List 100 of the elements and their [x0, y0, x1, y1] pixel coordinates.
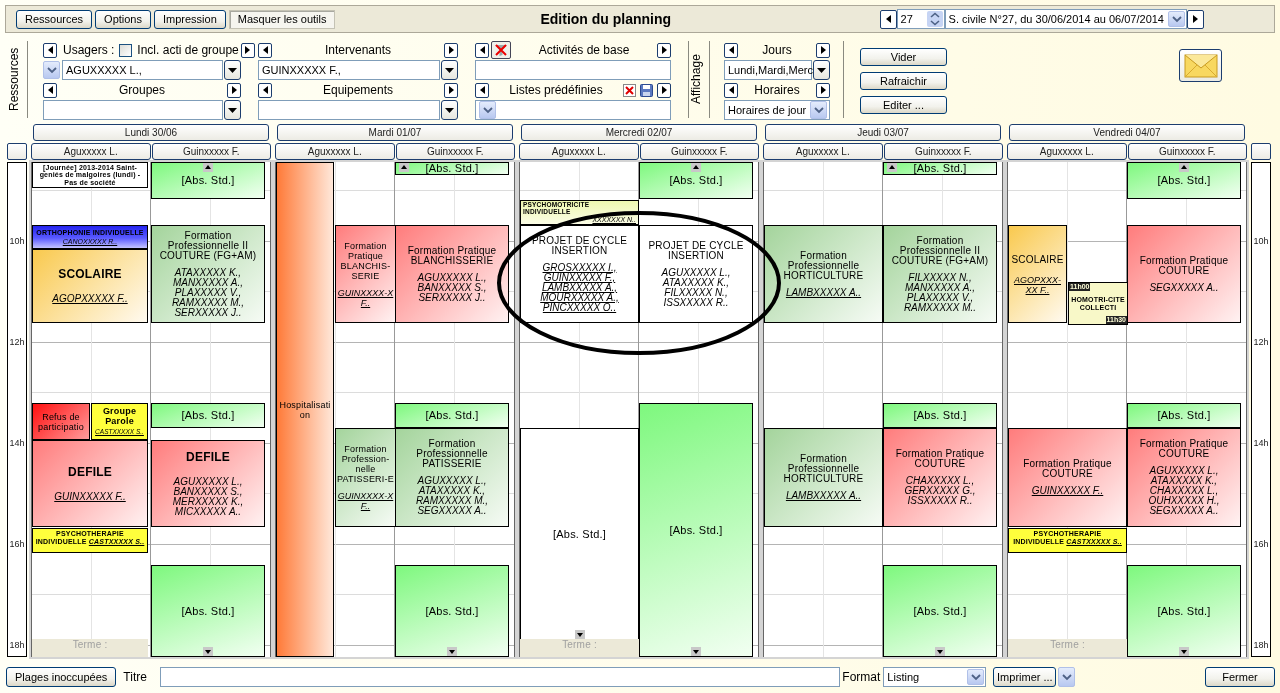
previous-button[interactable]: [43, 82, 57, 98]
absence-card[interactable]: [Abs. Std.]: [151, 565, 265, 657]
column-header[interactable]: Guinxxxxx F.: [639, 143, 759, 160]
staff-name[interactable]: AGOPXXX-XX F..: [1010, 275, 1065, 295]
absence-card[interactable]: [Abs. Std.]: [883, 403, 997, 428]
checkbox[interactable]: [119, 43, 133, 57]
absence-card[interactable]: [Abs. Std.]: [639, 162, 753, 199]
activity-card[interactable]: Formation Professionnelle HORTICULTURE LAMBXXXXX A..: [764, 428, 883, 527]
input-field[interactable]: [475, 60, 671, 80]
next-button[interactable]: [657, 82, 671, 98]
activity-card[interactable]: Refus de participatio: [32, 403, 90, 440]
column-header[interactable]: Guinxxxxx F.: [151, 143, 271, 160]
absence-card[interactable]: [Abs. Std.]: [395, 162, 509, 175]
email-button[interactable]: [1179, 49, 1222, 82]
previous-button[interactable]: [475, 82, 489, 98]
activity-card[interactable]: SCOLAIRE AGOPXXX-XX F..: [1008, 225, 1067, 323]
picker-button[interactable]: [43, 61, 60, 79]
print-button[interactable]: Imprimer ...: [993, 667, 1057, 687]
select-field[interactable]: [475, 100, 671, 120]
activity-card[interactable]: SCOLAIRE AGOPXXXXX F..: [32, 249, 148, 323]
action-button[interactable]: Rafraichir: [860, 72, 947, 90]
column-header[interactable]: Aguxxxxx L.: [31, 143, 151, 160]
dropdown-button[interactable]: [967, 669, 985, 685]
input-field[interactable]: [258, 100, 440, 120]
spinner-icon[interactable]: [926, 11, 943, 27]
column-header[interactable]: Aguxxxxx L.: [275, 143, 395, 160]
select-field[interactable]: Horaires de jour: [724, 100, 830, 120]
dropdown-button[interactable]: [813, 60, 830, 80]
input-field[interactable]: GUINXXXXX F.,: [258, 60, 440, 80]
filter-clear-button[interactable]: [491, 41, 511, 59]
week-number-field[interactable]: 27: [896, 9, 945, 29]
staff-name[interactable]: AGOPXXXXX F..: [52, 294, 128, 304]
week-select[interactable]: S. civile N°27, du 30/06/2014 au 06/07/2014: [944, 9, 1187, 29]
format-select[interactable]: Listing: [883, 667, 987, 687]
day-header[interactable]: Lundi 30/06: [33, 124, 269, 141]
column-header[interactable]: Guinxxxxx F.: [883, 143, 1003, 160]
next-button[interactable]: [1187, 9, 1204, 29]
staff-name[interactable]: LAMBXXXXX A..: [785, 287, 862, 298]
toolbar-button[interactable]: Impression: [154, 9, 226, 29]
absence-card[interactable]: [Abs. Std.]: [639, 403, 753, 657]
unoccupied-slots-button[interactable]: Plages inoccupées: [6, 667, 117, 687]
action-button[interactable]: Editer ...: [860, 96, 947, 114]
scroll-up-icon[interactable]: [399, 163, 409, 172]
dropdown-button[interactable]: [224, 100, 241, 120]
next-button[interactable]: [657, 42, 671, 58]
staff-name[interactable]: GUINXXXXX F..: [1031, 486, 1104, 496]
activity-card[interactable]: Formation Professionnelle II COUTURE (FG+AM) ATAXXXXX K., MANXXXXX A., PLAXXXXX V., RAMXXXXX M., SERXXXXX J..: [151, 225, 265, 323]
action-button[interactable]: Vider: [860, 48, 947, 66]
absence-card[interactable]: [Abs. Std.]: [520, 428, 639, 640]
previous-button[interactable]: [879, 9, 897, 29]
day-header[interactable]: Mercredi 02/07: [521, 124, 757, 141]
day-header[interactable]: Jeudi 03/07: [765, 124, 1001, 141]
next-button[interactable]: [816, 82, 830, 98]
scroll-down-icon[interactable]: [574, 630, 585, 639]
staff-name[interactable]: GUINXXXX-X F..: [337, 287, 394, 308]
dropdown-button[interactable]: [441, 100, 458, 120]
previous-button[interactable]: [43, 42, 57, 58]
scroll-up-icon[interactable]: [203, 163, 213, 172]
staff-name[interactable]: GROSXXXXX I., GUINXXXXX F., LAMBXXXXX A., MOURXXXXX A., PINCXXXXX O..: [523, 262, 636, 313]
column-header[interactable]: Aguxxxxx L.: [519, 143, 639, 160]
absence-card[interactable]: [Abs. Std.]: [1127, 565, 1241, 657]
activity-card[interactable]: Formation Pratique COUTURE CHAXXXXX L., GERXXXXX G., ISSXXXXX R..: [883, 428, 997, 527]
print-options-button[interactable]: [1058, 667, 1076, 687]
activity-card[interactable]: Formation Professionnelle PATISSERIE AGUXXXXX L., ATAXXXXX K., RAMXXXXX M., SEGXXXXX A..: [395, 428, 509, 527]
input-field[interactable]: AGUXXXXX L.,: [62, 60, 223, 80]
corner-button[interactable]: [7, 143, 27, 160]
absence-card[interactable]: [Abs. Std.]: [395, 565, 509, 657]
scroll-up-icon[interactable]: [691, 163, 701, 172]
scroll-down-icon[interactable]: [203, 647, 213, 656]
next-button[interactable]: [444, 42, 458, 58]
activity-card[interactable]: DEFILE GUINXXXXX F..: [32, 440, 148, 527]
next-button[interactable]: [444, 82, 458, 98]
absence-card[interactable]: [Abs. Std.]: [1127, 162, 1241, 199]
scroll-down-icon[interactable]: [447, 647, 457, 656]
input-field[interactable]: Lundi,Mardi,Merc: [724, 60, 812, 80]
column-header[interactable]: Guinxxxxx F.: [1127, 143, 1247, 160]
activity-card[interactable]: DEFILE AGUXXXXX L., BANXXXXX S., MERXXXXX K., MICXXXXX A..: [151, 440, 265, 527]
close-button[interactable]: Fermer: [1205, 667, 1275, 687]
dropdown-button[interactable]: [441, 60, 458, 80]
activity-card[interactable]: PROJET DE CYCLE INSERTION AGUXXXXX L., ATAXXXXX K., FILXXXXX N., ISSXXXXX R..: [639, 225, 753, 323]
absence-card[interactable]: [Abs. Std.]: [883, 565, 997, 657]
previous-button[interactable]: [258, 82, 272, 98]
delete-icon[interactable]: [623, 83, 636, 97]
activity-card[interactable]: Formation Professionnelle HORTICULTURE LAMBXXXXX A..: [764, 225, 883, 323]
title-input[interactable]: [160, 667, 841, 687]
activity-card[interactable]: Formation Pratique BLANCHISSERIE AGUXXXXX L., BANXXXXX S., SERXXXXX J..: [395, 225, 509, 323]
activity-card[interactable]: Formation Pratique COUTURE GUINXXXXX F..: [1008, 428, 1127, 527]
input-field[interactable]: [43, 100, 223, 120]
column-header[interactable]: Aguxxxxx L.: [763, 143, 883, 160]
corner-button[interactable]: [1251, 143, 1271, 160]
column-header[interactable]: Guinxxxxx F.: [395, 143, 515, 160]
previous-button[interactable]: [724, 82, 738, 98]
next-button[interactable]: [227, 82, 241, 98]
absence-card[interactable]: [Abs. Std.]: [883, 162, 997, 175]
activity-card[interactable]: Formation Profession-nelle PATISSERI-E GUINXXXX-X F..: [335, 428, 396, 527]
staff-name[interactable]: GUINXXXXX F..: [54, 491, 126, 502]
activity-card[interactable]: Hospitalisation: [276, 162, 334, 657]
day-header[interactable]: Vendredi 04/07: [1009, 124, 1245, 141]
scroll-up-icon[interactable]: [1179, 163, 1189, 172]
activity-card[interactable]: Formation Pratique COUTURE SEGXXXXX A..: [1127, 225, 1241, 323]
